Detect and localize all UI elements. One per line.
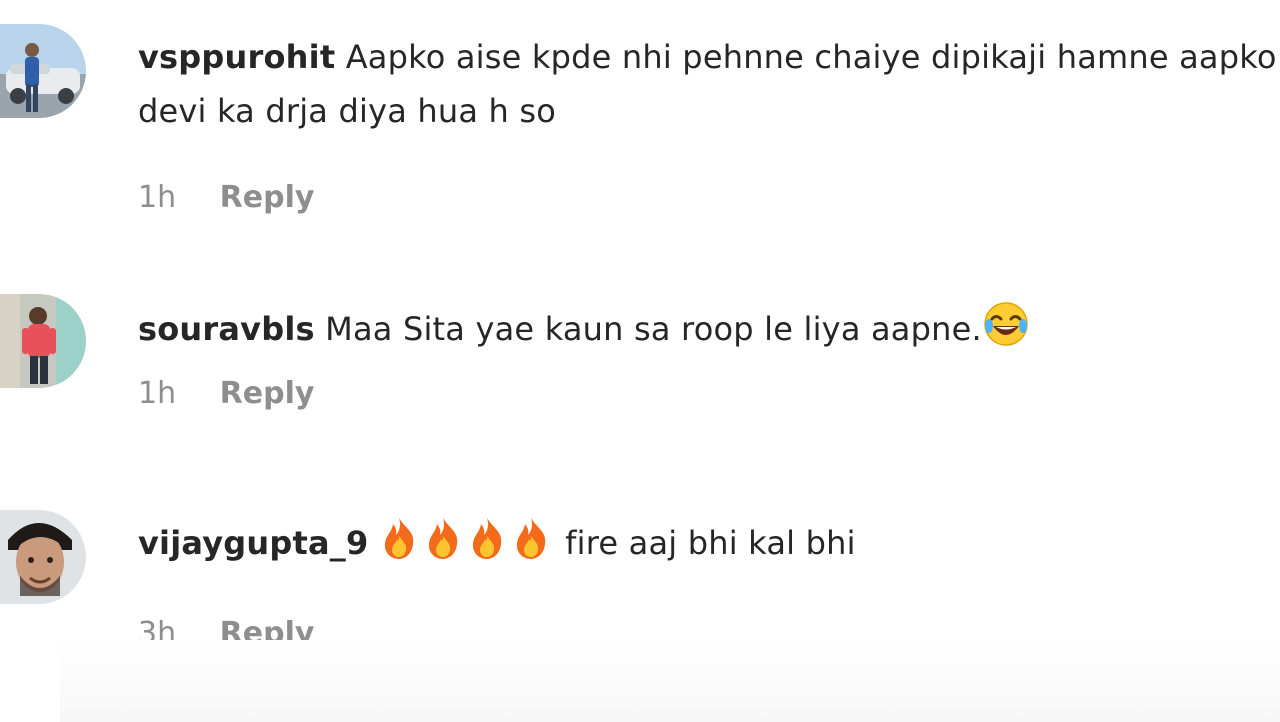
comment-time: 1h: [138, 180, 177, 215]
comment-body: fire aaj bhi kal bhi: [565, 524, 856, 562]
fire-icon: [467, 516, 507, 560]
comment-text: vsppurohit Aapko aise kpde nhi pehnne ch…: [138, 30, 1278, 138]
face-with-tears-of-joy-icon: [982, 300, 1030, 348]
fire-icon: [379, 516, 419, 560]
comment-username[interactable]: vsppurohit: [138, 38, 335, 76]
fire-icon: [511, 516, 551, 560]
comment-text: souravbls Maa Sita yae kaun sa roop le l…: [138, 300, 1278, 356]
comment-meta: 1h Reply: [138, 178, 314, 218]
avatar-image: [0, 294, 86, 388]
avatar[interactable]: [0, 24, 86, 118]
reply-button[interactable]: Reply: [220, 178, 315, 218]
comment-username[interactable]: souravbls: [138, 310, 315, 348]
avatar-image: [0, 24, 86, 118]
comments-panel: vsppurohit Aapko aise kpde nhi pehnne ch…: [0, 0, 1280, 722]
bottom-shade: [60, 640, 1280, 722]
avatar[interactable]: [0, 294, 86, 388]
comment-meta: 1h Reply: [138, 374, 314, 414]
comment-body: Maa Sita yae kaun sa roop le liya aapne.: [325, 310, 982, 348]
fire-icon: [423, 516, 463, 560]
reply-button[interactable]: Reply: [220, 374, 315, 414]
comment-text: vijaygupta_9 fire aaj bhi kal bhi: [138, 516, 1278, 570]
comment-username[interactable]: vijaygupta_9: [138, 524, 368, 562]
comment-time: 1h: [138, 376, 177, 411]
avatar[interactable]: [0, 510, 86, 604]
avatar-image: [0, 510, 86, 604]
